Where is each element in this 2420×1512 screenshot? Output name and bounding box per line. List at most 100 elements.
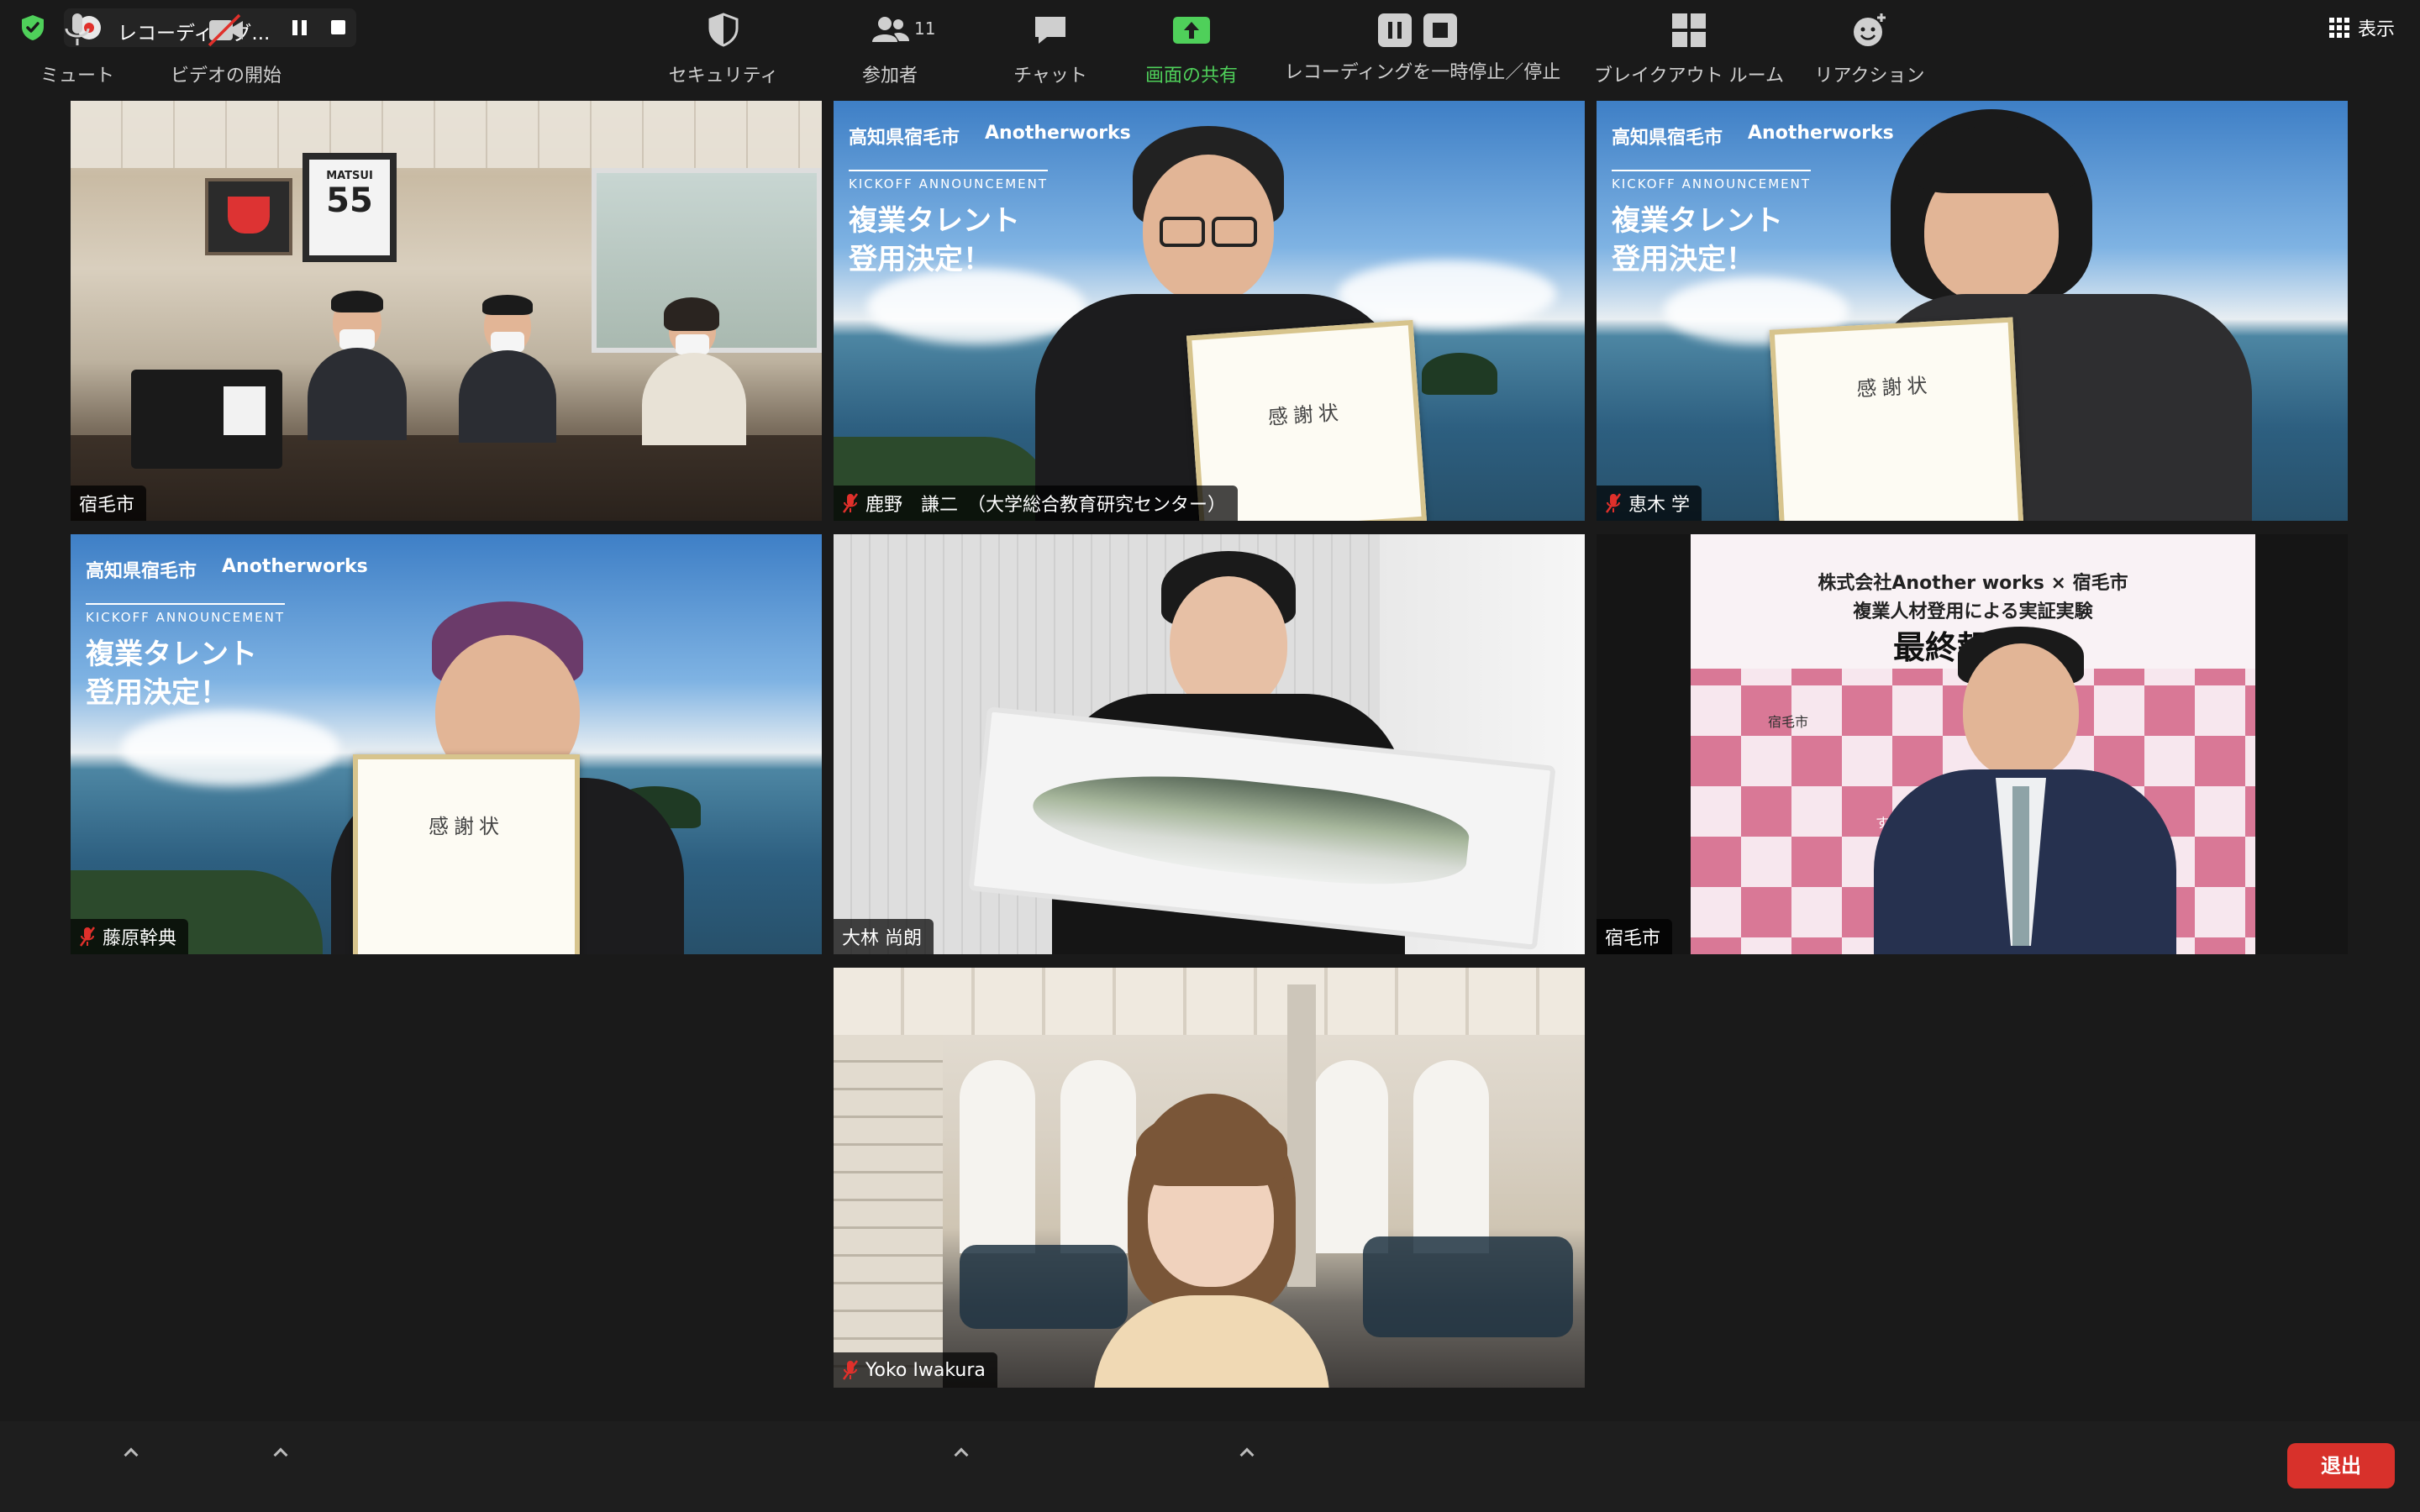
smiley-plus-icon <box>1854 13 1886 46</box>
jersey-number: 55 <box>326 181 373 220</box>
muted-mic-icon <box>842 493 859 513</box>
chat-bubble-icon <box>1035 17 1065 44</box>
kickoff-text: KICKOFF ANNOUNCEMENT <box>849 170 1049 192</box>
video-tile[interactable]: 高知県宿毛市 Anotherworks KICKOFF ANNOUNCEMENT… <box>71 534 822 954</box>
participant-name: 恵木 学 <box>1628 495 1690 516</box>
muted-mic-icon <box>842 1360 859 1380</box>
headline-line: 複業タレント <box>849 204 1020 238</box>
chat-label: チャット <box>1013 66 1087 87</box>
participant-name-tag: 藤原幹典 <box>71 919 189 954</box>
view-button[interactable]: 表示 <box>2328 13 2395 42</box>
headline-line: 登用決定！ <box>86 676 229 710</box>
arch-window <box>1413 1060 1489 1253</box>
participant-name: 宿毛市 <box>79 495 135 516</box>
background-brand: 高知県宿毛市 Anotherworks <box>849 123 1131 150</box>
view-label: 表示 <box>2357 19 2395 40</box>
video-tile[interactable]: 高知県宿毛市 Anotherworks KICKOFF ANNOUNCEMENT… <box>1597 101 2348 521</box>
participants-label: 参加者 <box>861 66 918 87</box>
jersey-name: MATSUI <box>326 170 373 182</box>
pause-icon <box>1378 13 1412 47</box>
banner-tile-text: 宿毛市 <box>1768 714 1809 730</box>
stop-recording-icon[interactable] <box>331 20 345 34</box>
laptop <box>131 370 282 469</box>
participant-name-tag: 宿毛市 <box>1597 919 1673 954</box>
security-button[interactable]: セキュリティ <box>664 12 783 87</box>
ceiling <box>71 101 822 168</box>
participant-name: 鹿野 謙二 （大学総合教育研究センター） <box>865 495 1227 516</box>
video-options-caret-icon[interactable] <box>274 1446 286 1458</box>
background-brand: 高知県宿毛市 Anotherworks <box>86 556 368 583</box>
background-brand: 高知県宿毛市 Anotherworks <box>1612 123 1894 150</box>
headline-line: 複業タレント <box>86 638 257 671</box>
banner-line2: 複業人材登用による実証実験 <box>1853 601 2093 622</box>
audio-options-caret-icon[interactable] <box>124 1446 136 1458</box>
participant-name: 宿毛市 <box>1605 928 1661 949</box>
video-tile[interactable]: MATSUI 55 宿毛市 <box>71 101 822 521</box>
share-screen-icon <box>1173 17 1210 44</box>
certificate: 感謝状 <box>1769 317 2024 521</box>
participants-button[interactable]: 11 参加者 <box>852 12 935 87</box>
participants-options-caret-icon[interactable] <box>955 1446 966 1458</box>
lobby-chairs <box>1363 1236 1573 1337</box>
kickoff-text: KICKOFF ANNOUNCEMENT <box>1612 170 1812 192</box>
breakout-rooms-label: ブレイクアウト ルーム <box>1594 66 1784 87</box>
certificate-title: 感謝状 <box>429 815 504 838</box>
headline: 複業タレント 登用決定！ <box>86 635 257 712</box>
share-screen-button[interactable]: 画面の共有 <box>1143 12 1240 87</box>
kickoff-text: KICKOFF ANNOUNCEMENT <box>86 603 286 625</box>
arch-window <box>1313 1060 1388 1253</box>
brand-city: 高知県宿毛市 <box>849 128 960 149</box>
banner-line1: 株式会社Another works × 宿毛市 <box>1818 573 2128 594</box>
participant-name-tag: 鹿野 謙二 （大学総合教育研究センター） <box>834 486 1239 521</box>
arch-window <box>960 1060 1035 1253</box>
brand-company: Anotherworks <box>985 123 1131 144</box>
participant-name: 藤原幹典 <box>103 928 177 949</box>
participant-name-tag: Yoko Iwakura <box>834 1352 997 1388</box>
breakout-rooms-button[interactable]: ブレイクアウト ルーム <box>1588 12 1790 87</box>
cloud <box>121 711 339 786</box>
video-tile[interactable]: 高知県宿毛市 Anotherworks KICKOFF ANNOUNCEMENT… <box>834 101 1585 521</box>
meeting-toolbar <box>0 1421 2420 1512</box>
brand-company: Anotherworks <box>1748 123 1894 144</box>
fish <box>1028 759 1473 897</box>
brand-city: 高知県宿毛市 <box>1612 128 1723 149</box>
grid-view-icon <box>2328 18 2349 38</box>
end-meeting-button[interactable]: 退出 <box>2287 1443 2395 1488</box>
ceiling <box>834 968 1585 1035</box>
video-tile-active-speaker[interactable]: 大林 尚朗 <box>834 534 1585 954</box>
picture-frame <box>205 178 292 255</box>
microphone-icon <box>65 13 90 45</box>
share-options-caret-icon[interactable] <box>1240 1446 1252 1458</box>
arch-window <box>1060 1060 1136 1253</box>
video-tile[interactable]: 株式会社Another works × 宿毛市 複業人材登用による実証実験 最終… <box>1597 534 2348 954</box>
certificate-title: 感謝状 <box>1267 400 1344 430</box>
recording-controls-icons <box>1376 12 1469 49</box>
certificate: 感謝状 <box>353 754 580 954</box>
participant-name-tag: 大林 尚朗 <box>834 919 934 954</box>
pause-recording-icon[interactable] <box>292 20 308 35</box>
video-tile[interactable]: Yoko Iwakura <box>834 968 1585 1388</box>
stone-wall <box>834 1035 943 1388</box>
mute-label: ミュート <box>39 66 114 87</box>
headline-line: 登用決定！ <box>849 243 992 276</box>
participants-count: 11 <box>914 18 936 39</box>
participant-name: Yoko Iwakura <box>865 1359 986 1381</box>
stop-icon <box>1423 13 1457 47</box>
security-label: セキュリティ <box>668 66 779 87</box>
participant-name-tag: 恵木 学 <box>1597 486 1702 521</box>
participant-name: 大林 尚朗 <box>842 928 922 949</box>
headline-line: 登用決定！ <box>1612 243 1754 276</box>
island <box>1422 353 1497 395</box>
recording-control-button[interactable]: レコーディングを一時停止／停止 <box>1282 12 1563 87</box>
recording-control-label: レコーディングを一時停止／停止 <box>1284 62 1561 83</box>
start-video-button[interactable]: ビデオの開始 <box>165 12 287 87</box>
reactions-button[interactable]: リアクション <box>1812 12 1928 87</box>
cloud <box>867 269 1086 344</box>
brand-company: Anotherworks <box>222 556 368 577</box>
mute-button[interactable]: ミュート <box>34 12 121 87</box>
chat-button[interactable]: チャット <box>1008 12 1092 87</box>
brand-city: 高知県宿毛市 <box>86 561 197 582</box>
headline-line: 複業タレント <box>1612 204 1783 238</box>
jersey-frame: MATSUI 55 <box>302 153 397 262</box>
cloud <box>1338 260 1556 328</box>
